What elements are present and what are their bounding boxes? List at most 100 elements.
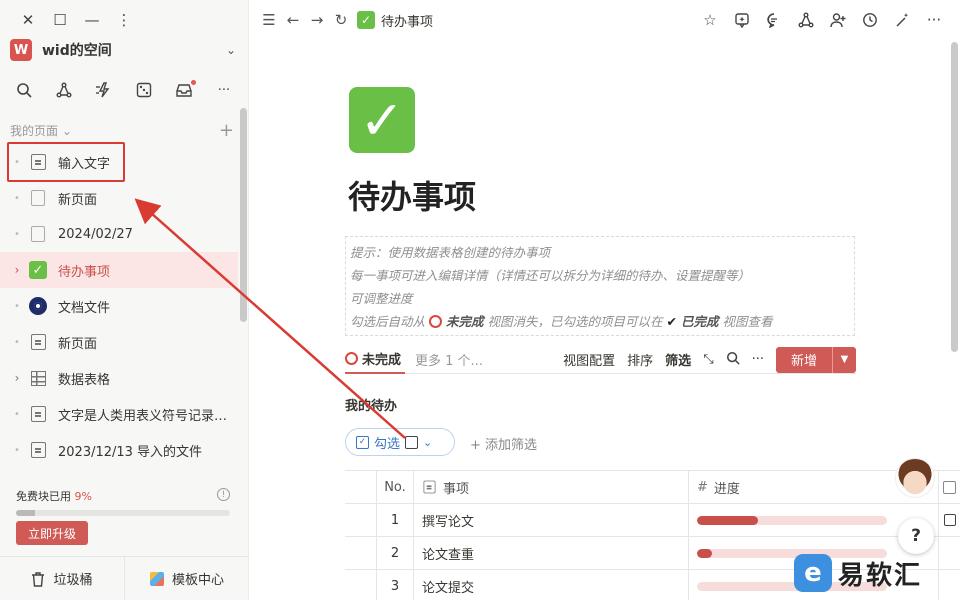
more-views[interactable]: 更多 1 个... <box>415 350 483 369</box>
bullet-icon: • <box>14 408 20 420</box>
sidebar-item-date-page[interactable]: • 2024/02/27 <box>0 216 238 252</box>
row-number: 1 <box>377 504 414 536</box>
space-switcher[interactable]: W wid的空间 ⌄ <box>10 36 236 64</box>
expand-icon[interactable]: ⤡ <box>703 352 713 367</box>
column-label: 进度 <box>713 481 740 497</box>
topbar-actions: ☆ ··· <box>698 8 946 32</box>
filter-button[interactable]: 筛选 <box>665 350 691 369</box>
comment-icon[interactable] <box>762 8 786 32</box>
dice-icon[interactable] <box>128 78 160 102</box>
row-item[interactable]: 撰写论文 <box>414 504 689 536</box>
magic-wand-icon[interactable] <box>890 8 914 32</box>
help-button[interactable]: ? <box>898 518 934 554</box>
sidebar: ✕ ☐ — ⋮ W wid的空间 ⌄ ··· 我的页面 ⌄ + • 输入文字 •… <box>0 0 249 600</box>
sidebar-scrollbar[interactable] <box>240 108 247 322</box>
section-header[interactable]: 我的页面 ⌄ + <box>10 120 234 141</box>
breadcrumb[interactable]: 待办事项 <box>381 11 433 30</box>
more-horizontal-icon[interactable]: ··· <box>752 352 764 367</box>
main-scrollbar[interactable] <box>951 42 958 352</box>
tip-line-1: 提示：使用数据表格创建的待办事项 <box>350 245 551 260</box>
row-item[interactable]: 论文查重 <box>414 537 689 569</box>
tip-line-3: 可调整进度 <box>350 291 413 306</box>
notification-dot <box>191 80 196 85</box>
row-check[interactable] <box>939 504 960 536</box>
new-button-group: 新增 ▼ <box>776 346 856 373</box>
row-handle[interactable] <box>345 504 377 536</box>
graph-icon[interactable] <box>794 8 818 32</box>
watermark-logo-icon: e <box>794 554 832 592</box>
close-icon[interactable]: ✕ <box>12 8 44 32</box>
sidebar-item-todo[interactable]: › ✓ 待办事项 <box>0 252 238 288</box>
checkbox-icon <box>943 480 956 494</box>
search-icon[interactable] <box>8 78 40 102</box>
table-icon <box>28 368 48 388</box>
empty-checkbox-icon <box>405 435 419 449</box>
chevron-right-icon[interactable]: › <box>12 263 22 277</box>
info-icon[interactable]: ! <box>217 488 230 501</box>
upgrade-button[interactable]: 立即升级 <box>16 521 88 545</box>
template-center-button[interactable]: 模板中心 <box>125 557 249 600</box>
space-name: wid的空间 <box>42 43 112 59</box>
sidebar-item-new-page[interactable]: • 新页面 <box>0 180 238 216</box>
chevron-right-icon[interactable]: › <box>12 371 22 385</box>
back-arrow-icon[interactable]: ← <box>281 8 305 32</box>
inbox-icon[interactable] <box>168 78 200 102</box>
graph-icon[interactable] <box>48 78 80 102</box>
checkbox[interactable] <box>943 514 956 526</box>
new-button[interactable]: 新增 <box>776 346 832 373</box>
row-handle-column <box>345 471 377 503</box>
add-page-icon[interactable]: + <box>219 120 234 141</box>
chevron-down-icon: ⌄ <box>58 123 72 138</box>
tab-incomplete[interactable]: 未完成 <box>345 346 406 374</box>
forward-arrow-icon[interactable]: → <box>305 8 329 32</box>
ai-chat-icon[interactable] <box>730 8 754 32</box>
filter-chip[interactable]: ✓ 勾选 ⌄ <box>345 428 455 456</box>
more-horizontal-icon[interactable]: ··· <box>922 8 946 32</box>
sort-button[interactable]: 排序 <box>627 350 653 369</box>
column-header-no[interactable]: No. <box>377 471 414 503</box>
database-title[interactable]: 我的待办 <box>345 395 397 414</box>
sidebar-item-text-doc[interactable]: • 文字是人类用表义符号记录… <box>0 396 238 432</box>
column-header-item[interactable]: 事项 <box>414 471 689 503</box>
add-user-icon[interactable] <box>826 8 850 32</box>
row-check[interactable] <box>939 570 960 600</box>
chevron-down-icon: ⌄ <box>225 43 236 57</box>
page-icon[interactable]: ✓ <box>349 87 415 153</box>
row-handle[interactable] <box>345 537 377 569</box>
more-vertical-icon[interactable]: ⋮ <box>108 8 140 32</box>
view-config-button[interactable]: 视图配置 <box>563 350 615 369</box>
sidebar-item-label: 待办事项 <box>58 264 111 280</box>
doc-icon <box>28 332 48 352</box>
section-title: 我的页面 <box>10 124 59 138</box>
assistant-avatar[interactable] <box>895 458 935 498</box>
chevron-down-icon[interactable]: ▼ <box>832 346 856 373</box>
trash-button[interactable]: 垃圾桶 <box>0 557 125 600</box>
doc-icon <box>28 404 48 424</box>
row-handle[interactable] <box>345 570 377 600</box>
column-header-check[interactable] <box>939 471 960 503</box>
add-filter-button[interactable]: + 添加筛选 <box>470 434 537 453</box>
more-horizontal-icon[interactable]: ··· <box>208 78 240 102</box>
flash-icon[interactable] <box>88 78 120 102</box>
maximize-icon[interactable]: ☐ <box>44 8 76 32</box>
refresh-icon[interactable]: ↻ <box>329 8 353 32</box>
row-item[interactable]: 论文提交 <box>414 570 689 600</box>
search-icon[interactable] <box>726 351 740 369</box>
window-controls: ✕ ☐ — ⋮ <box>12 8 140 32</box>
progress-bar[interactable] <box>697 515 887 525</box>
star-icon[interactable]: ☆ <box>698 8 722 32</box>
sidebar-item-documents[interactable]: • 文档文件 <box>0 288 238 324</box>
sidebar-item-new-page-2[interactable]: • 新页面 <box>0 324 238 360</box>
minimize-icon[interactable]: — <box>76 8 108 32</box>
plus-icon: + <box>470 438 486 453</box>
history-icon[interactable] <box>858 8 882 32</box>
filter-chip-label: 勾选 <box>374 436 401 452</box>
sidebar-item-imported-file[interactable]: • 2023/12/13 导入的文件 <box>0 432 238 468</box>
tip-status-incomplete: 未完成 <box>445 314 484 329</box>
sidebar-item-data-table[interactable]: › 数据表格 <box>0 360 238 396</box>
page-title[interactable]: 待办事项 <box>348 172 476 218</box>
menu-icon[interactable]: ☰ <box>257 8 281 32</box>
table-row[interactable]: 1 撰写论文 <box>345 504 960 537</box>
progress-fill <box>697 548 713 558</box>
row-check[interactable] <box>939 537 960 569</box>
